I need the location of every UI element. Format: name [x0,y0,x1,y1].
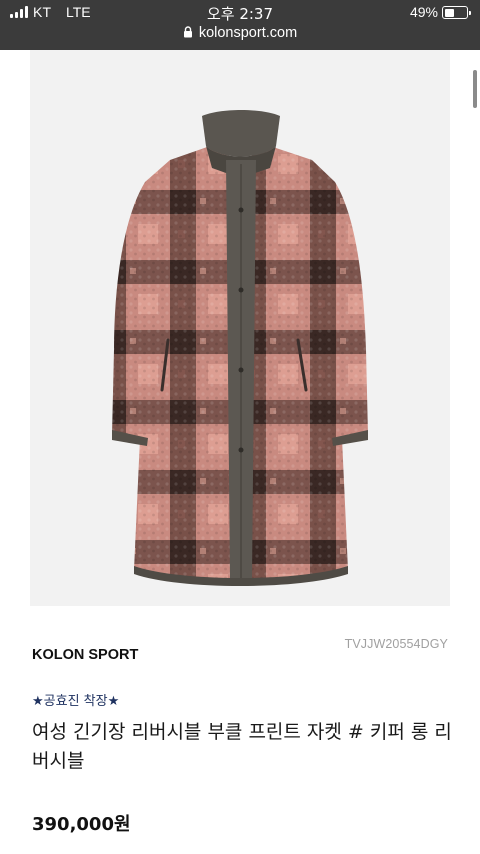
lock-icon [183,26,192,38]
status-time: 오후 2:37 [206,5,274,23]
brand-name[interactable]: KOLON SPORT [32,647,138,663]
top-bar: KT LTE 오후 2:37 49% kolonsport.com [0,0,480,50]
url-text: kolonsport.com [198,25,298,41]
address-bar[interactable]: kolonsport.com [0,25,480,45]
product-title: 여성 긴기장 리버시블 부클 프린트 자켓 # 키퍼 롱 리버시블 [32,721,452,772]
status-bar: KT LTE 오후 2:37 49% [0,0,480,26]
celebrity-tag: ★공효진 착장★ [32,694,120,709]
battery-percent: 49% [409,4,438,20]
product-price: 390,000원 [32,814,131,835]
battery-icon [442,6,471,19]
page-scrollbar[interactable] [473,70,477,108]
product-sku: TVJJW20554DGY [344,637,448,651]
product-image[interactable] [30,50,450,606]
coat-icon [112,110,368,586]
